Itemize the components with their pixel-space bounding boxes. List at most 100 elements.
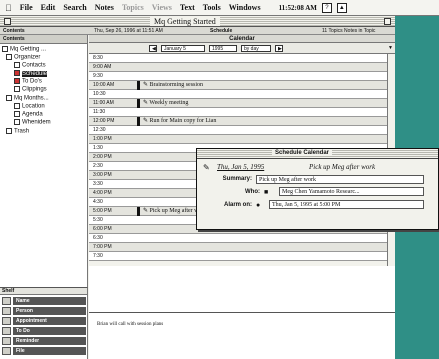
time-row[interactable]: 6:30 — [89, 234, 395, 243]
time-row[interactable]: 12:30 — [89, 126, 395, 135]
time-label: 7:00 PM — [93, 244, 112, 250]
menu-views[interactable]: Views — [152, 3, 172, 12]
person-icon — [2, 307, 11, 315]
info-bar: Contents Thu, Sep 26, 1996 at 11:51 AM S… — [0, 27, 395, 35]
view-select[interactable]: by day — [241, 45, 271, 52]
time-row[interactable]: 11:00 AM ✎ Weekly meeting — [89, 99, 395, 108]
note-text: Brian will call with session plans — [97, 322, 164, 327]
calendar-header: Calendar — [89, 35, 395, 43]
menu-windows[interactable]: Windows — [229, 3, 261, 12]
tree-item-whenidem[interactable]: Whenidem — [14, 119, 51, 127]
reminder-icon — [2, 337, 11, 345]
event-marker — [137, 81, 140, 90]
window-title-bar[interactable]: Mq Getting Started — [0, 16, 395, 27]
time-label: 10:00 AM — [93, 82, 115, 88]
time-row[interactable]: 12:00 PM ✎ Run for Main copy for Lian — [89, 117, 395, 126]
dialog-when[interactable]: Thu, Jan 5, 1995 — [217, 163, 264, 171]
tree-item-organizer[interactable]: Organizer — [6, 54, 40, 62]
apple-menu-icon[interactable]:  — [5, 3, 12, 13]
dialog-title-bar[interactable]: Schedule Calendar — [197, 149, 438, 159]
time-label: 3:00 PM — [93, 172, 112, 178]
alarm-icon[interactable]: ● — [256, 201, 260, 209]
time-label: 11:00 AM — [93, 100, 114, 106]
menu-topics[interactable]: Topics — [122, 3, 144, 12]
tree-item-getting-started[interactable]: Mq Getting ... — [2, 46, 46, 54]
next-arrow-icon[interactable]: ▶ — [275, 45, 283, 52]
summary-field[interactable]: Pick up Meg after work — [256, 175, 424, 184]
document-icon — [14, 119, 20, 125]
time-label: 8:30 — [93, 55, 103, 61]
who-label: Who: — [245, 189, 260, 195]
contents-label: Contents — [3, 28, 25, 34]
tree-item-agenda[interactable]: Agenda — [14, 111, 43, 119]
appointment-icon — [2, 317, 11, 325]
zoom-box-icon[interactable] — [384, 18, 391, 25]
todo-icon — [14, 78, 20, 84]
time-row[interactable]: 7:00 PM — [89, 243, 395, 252]
time-label: 7:30 — [93, 253, 103, 259]
time-label: 5:30 — [93, 217, 103, 223]
date-field[interactable]: January 5 — [161, 45, 205, 52]
shelf-person-button[interactable]: Person — [2, 307, 86, 315]
document-icon — [14, 103, 20, 109]
time-row[interactable]: 1:00 PM — [89, 135, 395, 144]
shelf-todo-button[interactable]: To Do — [2, 327, 86, 335]
menu-bar:  File Edit Search Notes Topics Views Te… — [0, 0, 439, 16]
window-title: Mq Getting Started — [150, 17, 220, 26]
tree-item-location[interactable]: Location — [14, 103, 45, 111]
todo-icon — [2, 327, 11, 335]
person-icon[interactable]: ■ — [264, 188, 268, 196]
menu-notes[interactable]: Notes — [95, 3, 114, 12]
shelf-appointment-button[interactable]: Appointment — [2, 317, 86, 325]
year-field[interactable]: 1995 — [209, 45, 237, 52]
dialog-title: Schedule Calendar — [272, 150, 333, 156]
menu-tools[interactable]: Tools — [203, 3, 221, 12]
time-row[interactable]: 7:30 — [89, 252, 395, 261]
time-row[interactable]: 8:30 — [89, 54, 395, 63]
menu-text[interactable]: Text — [180, 3, 195, 12]
notebook-icon — [2, 46, 8, 52]
close-box-icon[interactable] — [4, 18, 11, 25]
notes-pane[interactable]: Brian will call with session plans — [89, 312, 395, 359]
shelf-reminder-button[interactable]: Reminder — [2, 337, 86, 345]
tree-item-clippings[interactable]: Clippings — [14, 86, 47, 94]
time-label: 10:30 — [93, 91, 106, 97]
event-entry[interactable]: ✎ Weekly meeting — [143, 99, 188, 108]
menu-edit[interactable]: Edit — [41, 3, 56, 12]
contacts-icon — [14, 62, 20, 68]
time-row[interactable]: 10:00 AM ✎ Brainstorming session — [89, 81, 395, 90]
time-row[interactable]: 9:00 AM — [89, 63, 395, 72]
time-label: 12:30 — [93, 127, 106, 133]
shelf-pane: Shelf Name Person Appointment To Do Remi… — [0, 287, 88, 359]
app-switcher-icon[interactable]: ▲ — [336, 2, 347, 13]
time-label: 1:00 PM — [93, 136, 112, 142]
contents-pane: Contents Mq Getting ... Organizer Contac… — [0, 35, 88, 287]
tree-item-todos[interactable]: To Do's — [14, 78, 42, 86]
tree-item-schedule[interactable]: Schedule — [14, 70, 48, 78]
time-row[interactable]: 10:30 — [89, 90, 395, 99]
time-row[interactable]: 11:30 — [89, 108, 395, 117]
tree-item-contacts[interactable]: Contacts — [14, 62, 46, 70]
event-entry[interactable]: ✎ Run for Main copy for Lian — [143, 117, 216, 126]
shelf-file-button[interactable]: File — [2, 347, 86, 355]
tree-item-months[interactable]: Mq Months... — [6, 95, 49, 103]
prev-arrow-icon[interactable]: ◀ — [149, 45, 157, 52]
calendar-controls: ◀ January 5 1995 by day ▶ ▼ — [89, 43, 395, 54]
time-label: 5:00 PM — [93, 208, 112, 214]
menu-search[interactable]: Search — [63, 3, 86, 12]
time-label: 2:30 — [93, 163, 103, 169]
menu-file[interactable]: File — [20, 3, 33, 12]
event-entry[interactable]: ✎ Brainstorming session — [143, 81, 203, 90]
expand-icon[interactable]: ▼ — [386, 45, 394, 52]
document-icon — [14, 111, 20, 117]
topic-count-label: 11 Topics Notes in Topic — [322, 28, 376, 34]
time-label: 11:30 — [93, 109, 106, 115]
shelf-title: Shelf — [0, 288, 87, 295]
clipping-icon — [14, 86, 20, 92]
alarm-field[interactable]: Thu, Jan 5, 1995 at 5:00 PM — [269, 200, 424, 209]
who-field[interactable]: Meg Chen Yamamoto Researc... — [279, 187, 424, 196]
time-row[interactable]: 9:30 — [89, 72, 395, 81]
tree-item-trash[interactable]: Trash — [6, 128, 29, 136]
help-icon[interactable]: ? — [321, 2, 332, 13]
shelf-name-button[interactable]: Name — [2, 297, 86, 305]
